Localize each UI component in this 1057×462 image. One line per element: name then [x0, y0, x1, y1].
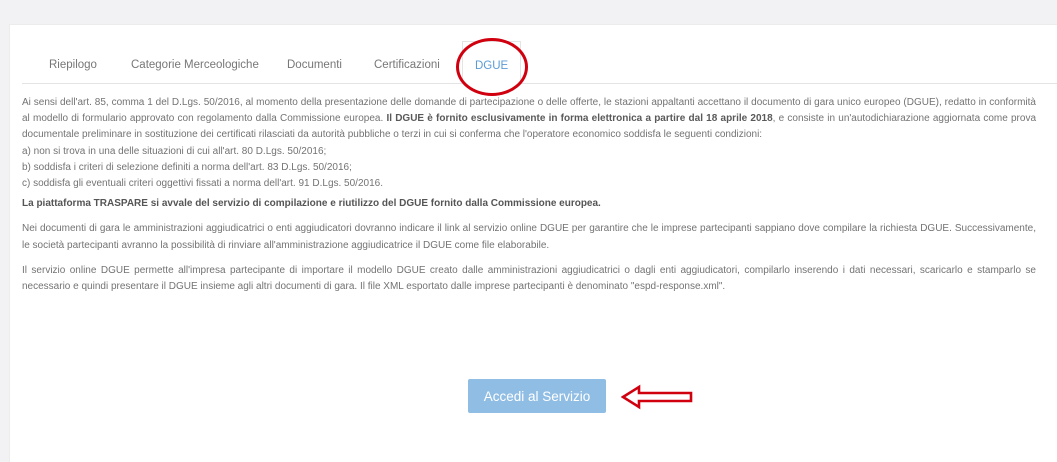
condition-a: a) non si trova in una delle situazioni … — [22, 145, 327, 157]
documents-paragraph: Nei documenti di gara le amministrazioni… — [22, 223, 1036, 251]
access-service-button[interactable]: Accedi al Servizio — [468, 379, 606, 413]
platform-note: La piattaforma TRASPARE si avvale del se… — [22, 198, 601, 210]
tab-bar: Riepilogo Categorie Merceologiche Docume… — [22, 41, 1057, 84]
tab-certificazioni[interactable]: Certificazioni — [374, 41, 440, 83]
tab-dgue[interactable]: DGUE — [462, 41, 522, 84]
intro-paragraph: Ai sensi dell'art. 85, comma 1 del D.Lgs… — [22, 95, 1036, 144]
condition-b: b) soddisfa i criteri di selezione defin… — [22, 161, 352, 173]
intro-bold-text: Il DGUE è fornito esclusivamente in form… — [386, 113, 773, 125]
dgue-description: Ai sensi dell'art. 85, comma 1 del D.Lgs… — [22, 95, 1036, 295]
service-paragraph: Il servizio online DGUE permette all'imp… — [22, 264, 1036, 293]
tab-categorie-merceologiche[interactable]: Categorie Merceologiche — [131, 41, 259, 83]
arrow-left-icon — [621, 384, 693, 410]
tab-documenti[interactable]: Documenti — [287, 41, 342, 83]
condition-c: c) soddisfa gli eventuali criteri oggett… — [22, 178, 383, 190]
tab-riepilogo[interactable]: Riepilogo — [49, 41, 97, 83]
